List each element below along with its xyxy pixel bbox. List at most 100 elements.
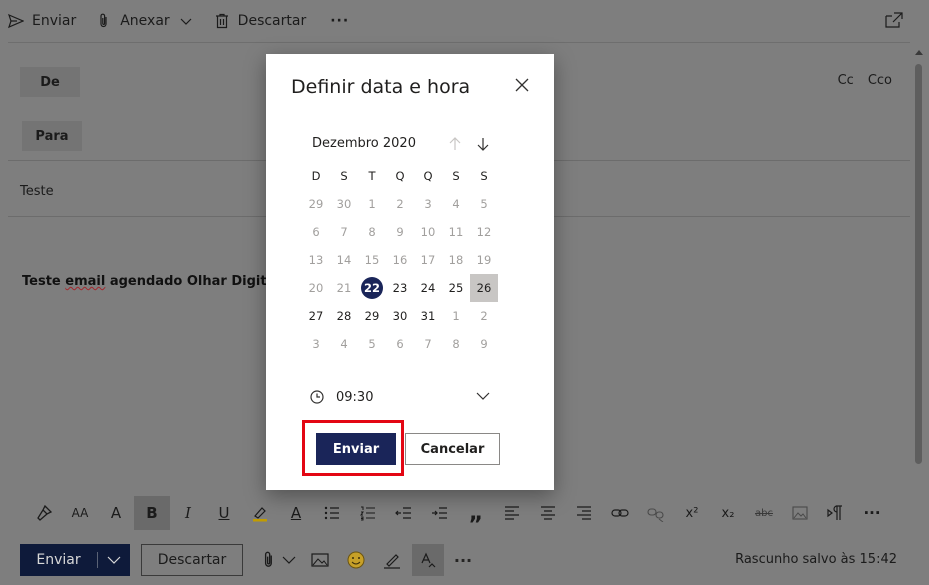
subscript-icon[interactable]: x₂ [710, 496, 746, 530]
calendar-day[interactable]: 31 [414, 302, 442, 330]
calendar-day[interactable]: 1 [442, 302, 470, 330]
link-icon[interactable] [602, 496, 638, 530]
signature-button[interactable] [382, 550, 402, 570]
calendar-day[interactable]: 3 [302, 330, 330, 358]
calendar-day[interactable]: 24 [414, 274, 442, 302]
calendar-day[interactable]: 9 [470, 330, 498, 358]
calendar-day[interactable]: 18 [442, 246, 470, 274]
calendar-day[interactable]: 8 [442, 330, 470, 358]
editor-button[interactable] [412, 544, 444, 576]
dialog-cancel-button[interactable]: Cancelar [405, 433, 500, 465]
calendar-day[interactable]: 15 [358, 246, 386, 274]
calendar-day[interactable]: 16 [386, 246, 414, 274]
time-picker[interactable]: 09:30 [310, 388, 494, 406]
toolbar-send-button[interactable]: Enviar [8, 6, 76, 36]
from-button[interactable]: De [20, 67, 80, 97]
calendar-day[interactable]: 27 [302, 302, 330, 330]
format-painter-icon[interactable] [26, 496, 62, 530]
bottom-send-label[interactable]: Enviar [20, 552, 98, 568]
calendar-day[interactable]: 30 [386, 302, 414, 330]
scrollbar[interactable] [913, 44, 925, 490]
calendar-day[interactable]: 23 [386, 274, 414, 302]
calendar-day[interactable]: 4 [330, 330, 358, 358]
popout-icon[interactable] [885, 12, 903, 28]
attach-options-chevron[interactable] [279, 550, 299, 570]
calendar-day[interactable]: 1 [358, 190, 386, 218]
calendar-day[interactable]: 28 [330, 302, 358, 330]
quote-icon[interactable]: „ [458, 496, 494, 530]
format-more-button[interactable]: ··· [854, 496, 890, 530]
toolbar-attach-label: Anexar [120, 13, 170, 29]
cc-link[interactable]: Cc [838, 73, 854, 88]
bullets-icon[interactable] [314, 496, 350, 530]
highlight-icon[interactable] [242, 496, 278, 530]
calendar-day[interactable]: 26 [470, 274, 498, 302]
chevron-down-icon[interactable] [476, 391, 490, 401]
align-center-icon[interactable] [530, 496, 566, 530]
to-button[interactable]: Para [22, 121, 82, 151]
emoji-button[interactable] [346, 550, 366, 570]
bottom-attach-button[interactable] [259, 550, 279, 570]
toolbar-more-button[interactable]: ··· [330, 13, 349, 29]
picture-icon[interactable] [782, 496, 818, 530]
calendar-day[interactable]: 25 [442, 274, 470, 302]
decrease-indent-icon[interactable] [386, 496, 422, 530]
calendar-day[interactable]: 10 [414, 218, 442, 246]
calendar-day[interactable]: 30 [330, 190, 358, 218]
grow-font-icon[interactable]: A [98, 496, 134, 530]
bcc-link[interactable]: Cco [868, 73, 892, 88]
ltr-icon[interactable] [818, 496, 854, 530]
calendar-day[interactable]: 14 [330, 246, 358, 274]
message-body[interactable]: Teste email agendado Olhar Digital. [22, 274, 285, 289]
strikethrough-icon[interactable]: abc [746, 496, 782, 530]
calendar-day[interactable]: 12 [470, 218, 498, 246]
calendar-day[interactable]: 9 [386, 218, 414, 246]
calendar-day[interactable]: 5 [358, 330, 386, 358]
unlink-icon[interactable] [638, 496, 674, 530]
calendar-day[interactable]: 20 [302, 274, 330, 302]
send-split-button[interactable]: Enviar [20, 544, 130, 576]
numbering-icon[interactable] [350, 496, 386, 530]
calendar-day[interactable]: 8 [358, 218, 386, 246]
font-size-icon[interactable]: AA [62, 496, 98, 530]
bottom-more-button[interactable]: ··· [453, 550, 473, 570]
weekday-label: S [452, 169, 460, 183]
calendar-day[interactable]: 21 [330, 274, 358, 302]
calendar-day[interactable]: 2 [470, 302, 498, 330]
underline-icon[interactable]: U [206, 496, 242, 530]
calendar-day[interactable]: 17 [414, 246, 442, 274]
align-left-icon[interactable] [494, 496, 530, 530]
send-options-chevron[interactable] [98, 555, 130, 565]
scroll-up-icon[interactable] [915, 48, 923, 56]
next-month-icon[interactable] [476, 136, 490, 152]
italic-icon[interactable]: I [170, 496, 206, 530]
close-icon[interactable] [514, 77, 530, 93]
toolbar-discard-button[interactable]: Descartar [214, 6, 306, 36]
toolbar-attach-button[interactable]: Anexar [96, 6, 193, 36]
dialog-send-button[interactable]: Enviar [316, 433, 396, 465]
scroll-thumb[interactable] [915, 64, 922, 464]
increase-indent-icon[interactable] [422, 496, 458, 530]
align-right-icon[interactable] [566, 496, 602, 530]
bold-icon[interactable]: B [134, 496, 170, 530]
calendar-day[interactable]: 29 [302, 190, 330, 218]
subject-field[interactable]: Teste [20, 184, 54, 199]
calendar-day[interactable]: 5 [470, 190, 498, 218]
calendar-day[interactable]: 22 [358, 274, 386, 302]
calendar-day[interactable]: 2 [386, 190, 414, 218]
calendar-day[interactable]: 11 [442, 218, 470, 246]
insert-picture-button[interactable] [310, 550, 330, 570]
calendar-day[interactable]: 19 [470, 246, 498, 274]
calendar-day[interactable]: 4 [442, 190, 470, 218]
superscript-icon[interactable]: x² [674, 496, 710, 530]
calendar-day[interactable]: 13 [302, 246, 330, 274]
calendar-day[interactable]: 29 [358, 302, 386, 330]
font-color-icon[interactable]: A [278, 496, 314, 530]
calendar-day[interactable]: 7 [414, 330, 442, 358]
calendar-day[interactable]: 6 [386, 330, 414, 358]
calendar-day[interactable]: 6 [302, 218, 330, 246]
bottom-discard-button[interactable]: Descartar [141, 544, 243, 576]
calendar-day[interactable]: 3 [414, 190, 442, 218]
calendar-day[interactable]: 7 [330, 218, 358, 246]
previous-month-icon[interactable] [448, 136, 462, 152]
